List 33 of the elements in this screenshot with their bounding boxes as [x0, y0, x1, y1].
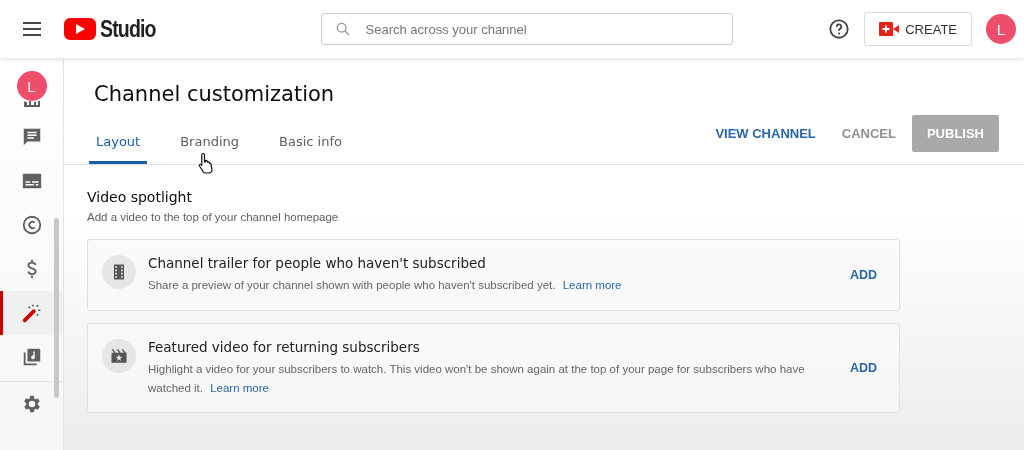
tab[interactable]: Layout	[89, 134, 148, 164]
tab[interactable]: Branding	[173, 134, 247, 164]
help-icon[interactable]	[828, 18, 851, 40]
section-description: Add a video to the top of your channel homepage	[87, 211, 339, 223]
card-description: Highlight a video for your subscribers to watch. This video won't be shown again at the top of your page for subscribers who have watched it. Learn more	[148, 362, 806, 396]
cancel-button[interactable]: CANCEL	[831, 115, 906, 151]
card-title: Channel trailer for people who haven't subscribed	[148, 255, 487, 272]
search-field[interactable]: Search across your channel	[320, 13, 733, 45]
page-title: Channel customization	[94, 82, 335, 106]
video-camera-icon	[879, 22, 900, 36]
avatar[interactable]: L	[986, 14, 1016, 44]
card-title: Featured video for returning subscribers	[148, 339, 421, 356]
scrollbar[interactable]	[54, 218, 59, 398]
brand-name[interactable]: Studio	[100, 15, 156, 43]
add-button[interactable]: ADD	[841, 355, 885, 381]
view-channel-link[interactable]: VIEW CHANNEL	[705, 115, 826, 151]
add-button[interactable]: ADD	[841, 262, 885, 288]
chart-icon[interactable]	[21, 101, 42, 109]
section-title: Video spotlight	[87, 189, 193, 205]
sidebar-item[interactable]	[0, 291, 63, 335]
card-description: Share a preview of your channel shown with people who haven't subscribed yet. Learn more	[148, 278, 623, 294]
clapperboard-icon	[102, 339, 136, 373]
avatar[interactable]: L	[16, 71, 47, 101]
hand-cursor-icon	[198, 152, 214, 174]
film-strip-icon	[102, 255, 136, 289]
menu-icon[interactable]	[22, 22, 42, 36]
play-logo-icon[interactable]	[64, 18, 96, 40]
tab[interactable]: Basic info	[272, 134, 349, 164]
learn-more-link[interactable]: Learn more	[210, 381, 269, 394]
magic-wand-icon[interactable]	[20, 302, 43, 324]
copyright-icon[interactable]	[20, 214, 43, 236]
create-button[interactable]: CREATE	[864, 12, 972, 46]
learn-more-link[interactable]: Learn more	[562, 279, 622, 292]
